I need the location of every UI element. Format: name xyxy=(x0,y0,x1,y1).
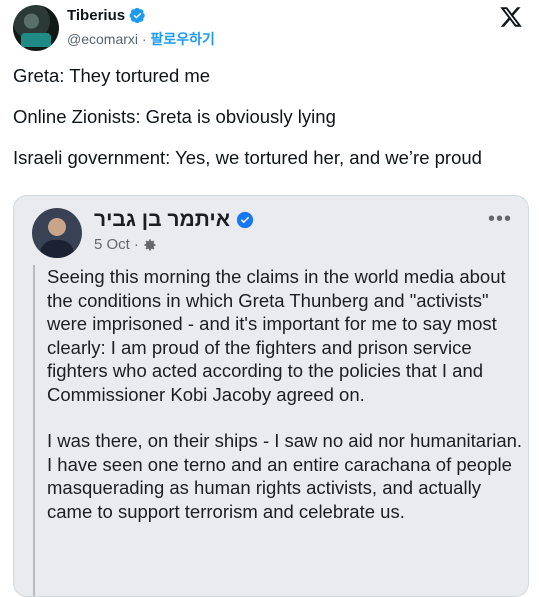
tweet-line: Online Zionists: Greta is obviously lyin… xyxy=(13,106,336,127)
tweet-header: Tiberius @ecomarxi · 팔로우하기 xyxy=(13,5,523,53)
post-paragraph: I was there, on their ships - I saw no a… xyxy=(47,430,523,522)
handle-row: @ecomarxi · 팔로우하기 xyxy=(67,29,215,49)
x-logo-icon[interactable] xyxy=(499,5,523,29)
author-avatar[interactable] xyxy=(13,5,59,51)
separator: · xyxy=(138,31,151,47)
verified-badge-icon xyxy=(236,211,254,229)
verified-badge-icon xyxy=(129,7,145,24)
privacy-gear-icon xyxy=(144,238,156,251)
author-handle[interactable]: @ecomarxi xyxy=(67,31,138,47)
embedded-post-image[interactable]: איתמר בן גביר 5 Oct · ••• Seeing this mo… xyxy=(13,195,529,597)
follow-button[interactable]: 팔로우하기 xyxy=(150,31,214,47)
more-options-icon: ••• xyxy=(487,208,512,230)
post-author-avatar xyxy=(32,208,82,258)
tweet-text: Greta: They tortured me Online Zionists:… xyxy=(13,64,528,187)
author-name-row: Tiberius xyxy=(67,7,146,24)
post-meta: 5 Oct · xyxy=(94,236,157,253)
author-name[interactable]: Tiberius xyxy=(67,7,125,24)
post-author-name: איתמר בן גביר xyxy=(94,208,231,231)
tweet-line: Israeli government: Yes, we tortured her… xyxy=(13,147,482,168)
post-date: 5 Oct xyxy=(94,236,130,253)
post-body: Seeing this morning the claims in the wo… xyxy=(33,265,528,596)
post-paragraph: Seeing this morning the claims in the wo… xyxy=(47,266,506,405)
separator: · xyxy=(133,236,139,253)
tweet-line: Greta: They tortured me xyxy=(13,65,211,86)
post-author-row: איתמר בן גביר xyxy=(94,208,254,232)
